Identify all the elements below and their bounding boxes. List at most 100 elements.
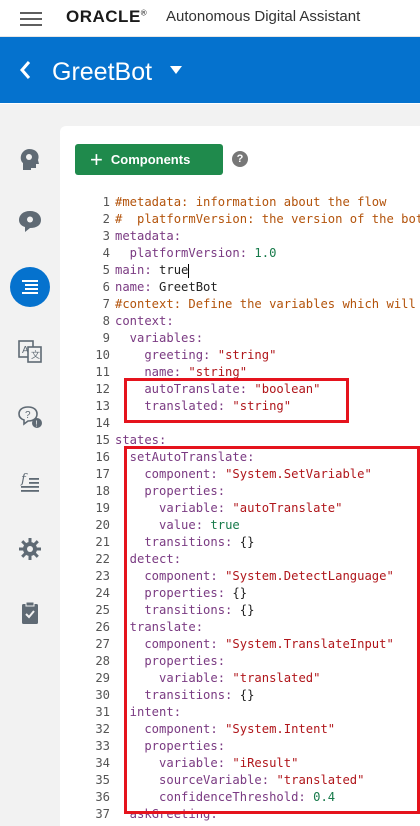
- help-icon[interactable]: ?: [232, 151, 248, 167]
- code-line[interactable]: confidenceThreshold: 0.4: [115, 789, 420, 806]
- code-token: "System.Intent": [225, 722, 336, 736]
- code-line[interactable]: name: GreetBot: [115, 279, 420, 296]
- line-number: 28: [95, 654, 110, 668]
- svg-text:?: ?: [25, 410, 31, 421]
- code-line[interactable]: platformVersion: 1.0: [115, 245, 420, 262]
- clipboard-check-icon[interactable]: [0, 586, 60, 640]
- code-token: transitions:: [115, 688, 240, 702]
- code-line[interactable]: variable: "iResult": [115, 755, 420, 772]
- code-token: value:: [115, 518, 211, 532]
- code-line[interactable]: # platformVersion: the version of the bo…: [115, 211, 420, 228]
- line-number: 14: [95, 416, 110, 430]
- back-chevron-icon[interactable]: [12, 53, 40, 87]
- code-line[interactable]: setAutoTranslate:: [115, 449, 420, 466]
- bot-switcher-caret-icon[interactable]: [170, 66, 182, 74]
- oracle-logo: ORACLE®: [66, 7, 148, 26]
- code-line[interactable]: #metadata: information about the flow: [115, 194, 420, 211]
- code-token: properties:: [115, 484, 226, 498]
- code-line[interactable]: variable: "translated": [115, 670, 420, 687]
- code-line[interactable]: properties:: [115, 738, 420, 755]
- code-line[interactable]: properties:: [115, 653, 420, 670]
- line-number: 33: [95, 739, 110, 753]
- svg-text:f: f: [20, 472, 28, 487]
- entities-chat-icon[interactable]: [0, 194, 60, 248]
- line-number: 11: [95, 365, 110, 379]
- code-token: 0.4: [313, 790, 336, 804]
- functions-icon[interactable]: f: [0, 456, 60, 510]
- code-line[interactable]: component: "System.Intent": [115, 721, 420, 738]
- code-line[interactable]: context:: [115, 313, 420, 330]
- code-area[interactable]: #metadata: information about the flow # p…: [115, 194, 420, 823]
- code-token: #context: Define the variables which wil…: [115, 297, 416, 311]
- code-line[interactable]: name: "string": [115, 364, 420, 381]
- code-line[interactable]: askGreeting:: [115, 806, 420, 823]
- code-token: "System.TranslateInput": [225, 637, 394, 651]
- code-token: {}: [239, 603, 255, 617]
- code-line[interactable]: transitions: {}: [115, 687, 420, 704]
- left-nav-rail: A文 ?! f: [0, 104, 60, 826]
- code-line[interactable]: transitions: {}: [115, 534, 420, 551]
- code-token: name:: [115, 365, 189, 379]
- line-number: 9: [102, 331, 110, 345]
- code-line[interactable]: component: "System.TranslateInput": [115, 636, 420, 653]
- code-line[interactable]: sourceVariable: "translated": [115, 772, 420, 789]
- code-token: translated:: [115, 399, 233, 413]
- code-line[interactable]: states:: [115, 432, 420, 449]
- code-token: properties:: [115, 739, 226, 753]
- code-line[interactable]: [115, 415, 420, 432]
- code-line[interactable]: variables:: [115, 330, 420, 347]
- translate-icon[interactable]: A文: [0, 324, 60, 378]
- line-number: 13: [95, 399, 110, 413]
- line-number: 24: [95, 586, 110, 600]
- code-line[interactable]: intent:: [115, 704, 420, 721]
- intents-head-icon[interactable]: [0, 132, 60, 186]
- line-number: 29: [95, 671, 110, 685]
- code-line[interactable]: detect:: [115, 551, 420, 568]
- line-number: 23: [95, 569, 110, 583]
- code-line[interactable]: metadata:: [115, 228, 420, 245]
- code-line[interactable]: translated: "string": [115, 398, 420, 415]
- code-token: "autoTranslate": [232, 501, 343, 515]
- qna-icon[interactable]: ?!: [0, 390, 60, 444]
- code-line[interactable]: properties:: [115, 483, 420, 500]
- code-token: metadata:: [115, 229, 182, 243]
- code-line[interactable]: properties: {}: [115, 585, 420, 602]
- hamburger-menu-icon[interactable]: [20, 12, 42, 26]
- code-token: variable:: [115, 501, 233, 515]
- code-line[interactable]: greeting: "string": [115, 347, 420, 364]
- code-token: properties:: [115, 654, 226, 668]
- line-number: 22: [95, 552, 110, 566]
- code-token: greeting:: [115, 348, 218, 362]
- code-line[interactable]: #context: Define the variables which wil…: [115, 296, 420, 313]
- settings-gear-icon[interactable]: [0, 522, 60, 576]
- code-token: variable:: [115, 756, 233, 770]
- code-line[interactable]: value: true: [115, 517, 420, 534]
- flows-list-icon[interactable]: [0, 260, 60, 314]
- code-line[interactable]: translate:: [115, 619, 420, 636]
- add-components-button[interactable]: + Components: [75, 144, 223, 175]
- code-line[interactable]: component: "System.DetectLanguage": [115, 568, 420, 585]
- code-token: # platformVersion: the version of the bo…: [115, 212, 420, 226]
- line-number: 7: [102, 297, 110, 311]
- code-token: autoTranslate:: [115, 382, 255, 396]
- line-number: 34: [95, 756, 110, 770]
- code-token: setAutoTranslate:: [115, 450, 255, 464]
- code-token: {}: [239, 535, 255, 549]
- code-line[interactable]: main: true: [115, 262, 420, 279]
- code-token: detect:: [115, 552, 182, 566]
- code-line[interactable]: component: "System.SetVariable": [115, 466, 420, 483]
- code-line[interactable]: autoTranslate: "boolean": [115, 381, 420, 398]
- code-line[interactable]: variable: "autoTranslate": [115, 500, 420, 517]
- line-number: 1: [102, 195, 110, 209]
- svg-text:文: 文: [31, 349, 40, 360]
- line-number: 37: [95, 807, 110, 821]
- code-token: true: [159, 263, 189, 277]
- code-token: "string": [232, 399, 292, 413]
- yaml-code-editor[interactable]: 1 2 3 4 5 6 7 8 9 10 11 12 13 14 15 16 17 18 19 20 21 22 23 24 2…: [75, 194, 420, 826]
- code-line[interactable]: transitions: {}: [115, 602, 420, 619]
- code-token: confidenceThreshold:: [115, 790, 314, 804]
- code-token: true: [210, 518, 240, 532]
- code-token: transitions:: [115, 603, 240, 617]
- code-token: "System.DetectLanguage": [225, 569, 394, 583]
- code-token: translate:: [115, 620, 204, 634]
